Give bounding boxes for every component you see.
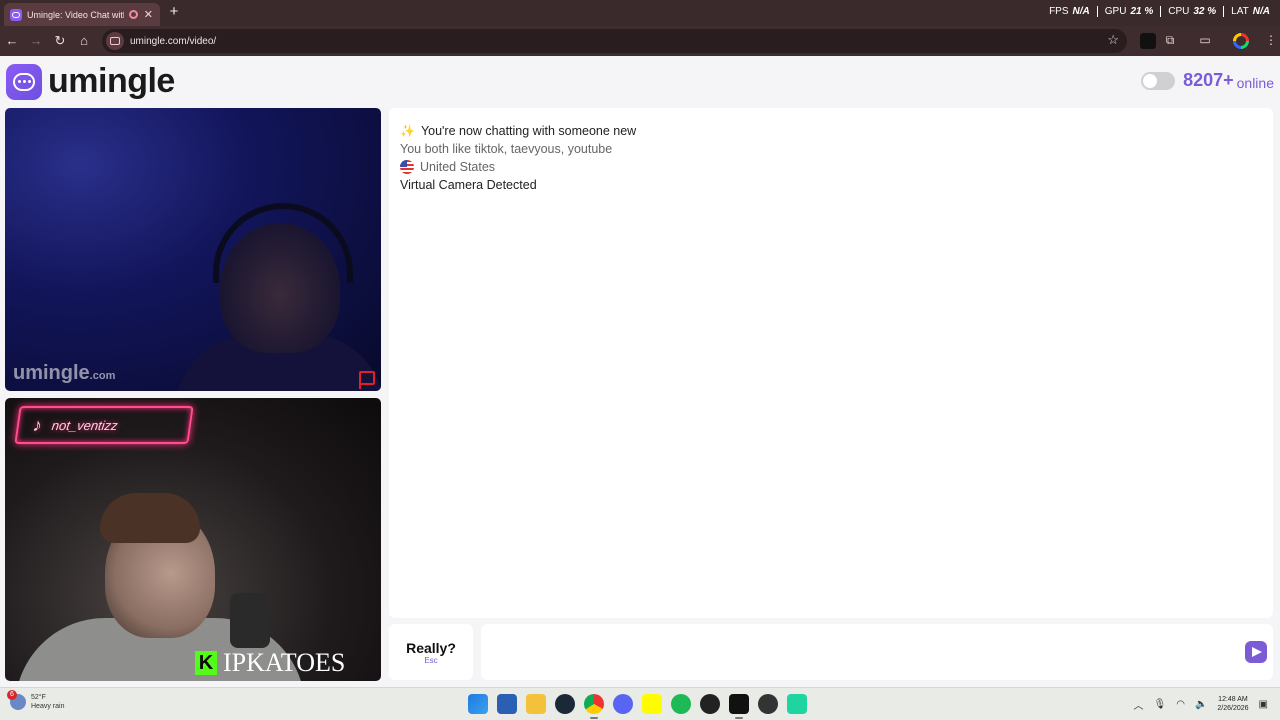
store-icon[interactable]	[497, 694, 517, 714]
tiktok-handle: not_ventizz	[50, 417, 119, 433]
chat-bubble-logo-icon	[6, 63, 42, 100]
steam-icon[interactable]	[555, 694, 575, 714]
perf-fps: FPS N/A	[1042, 6, 1098, 17]
microphone-object	[230, 593, 270, 648]
skip-shortcut-hint: Esc	[424, 655, 438, 665]
site-info-icon[interactable]	[106, 32, 124, 50]
tiktok-icon: ♪	[31, 414, 44, 435]
reload-icon[interactable]: ↻	[52, 33, 68, 49]
spotify-icon[interactable]	[671, 694, 691, 714]
file-explorer-icon[interactable]	[526, 694, 546, 714]
obs-icon[interactable]	[700, 694, 720, 714]
kick-channel-name: IPKATOES	[223, 648, 346, 677]
clock[interactable]: 12:48 AM 2/26/2026	[1217, 695, 1248, 713]
snapchat-icon[interactable]	[642, 694, 662, 714]
tab-close-button[interactable]: ✕	[143, 8, 154, 21]
online-count: 8207+	[1183, 70, 1234, 90]
perf-cpu: CPU 32 %	[1161, 6, 1225, 17]
terminal-icon[interactable]	[729, 694, 749, 719]
rain-cloud-icon: 6	[7, 690, 26, 710]
local-person-hair	[100, 493, 200, 543]
local-video: ♪ not_ventizz K IPKATOES	[5, 398, 381, 681]
address-bar[interactable]: umingle.com/video/ ☆	[102, 29, 1127, 53]
kick-overlay: K IPKATOES	[195, 648, 345, 678]
send-button[interactable]	[1245, 641, 1267, 663]
kick-logo-icon: K	[195, 651, 217, 675]
chat-panel: ✨ You're now chatting with someone new Y…	[389, 108, 1273, 618]
wifi-icon[interactable]: ◠	[1176, 699, 1185, 710]
temperature: 52°F	[31, 694, 46, 701]
extensions-puzzle-icon[interactable]: ⧉	[1162, 33, 1178, 49]
perf-gpu: GPU 21 %	[1098, 6, 1162, 17]
discord-icon[interactable]	[613, 694, 633, 714]
chat-system-line-new: ✨ You're now chatting with someone new	[400, 124, 637, 138]
remote-person-headset	[213, 203, 353, 283]
profile-avatar-icon[interactable]	[1233, 33, 1249, 49]
menu-kebab-icon[interactable]: ⋮	[1263, 33, 1279, 49]
perf-lat: LAT N/A	[1231, 6, 1270, 17]
online-status: 8207+ online	[1141, 70, 1274, 91]
us-flag-icon	[400, 160, 414, 174]
skip-button[interactable]: Really? Esc	[389, 624, 473, 680]
new-tab-button[interactable]: +	[166, 3, 182, 20]
windows-taskbar: 6 52°F Heavy rain ︿ 🎙 ◠ 🔈 12:48 AM 2/26/2…	[0, 687, 1280, 720]
recording-indicator-icon	[128, 10, 138, 19]
extension-black-icon[interactable]	[1140, 33, 1156, 49]
weather-condition: Heavy rain	[31, 703, 65, 710]
chevron-up-icon[interactable]: ︿	[1134, 697, 1144, 712]
logo-text: umingle	[48, 62, 175, 100]
volume-icon[interactable]: 🔈	[1195, 699, 1207, 710]
back-arrow-icon[interactable]: ←	[4, 33, 20, 48]
taskbar-apps	[468, 694, 807, 719]
performance-overlay: FPS N/A GPU 21 % CPU 32 % LAT N/A	[1042, 6, 1272, 17]
umingle-watermark: umingle.com	[13, 362, 116, 384]
browser-tabstrip: Umingle: Video Chat with S ✕ + FPSN/A GP…	[0, 0, 1280, 26]
side-panel-icon[interactable]: ▭	[1197, 33, 1213, 49]
url-text: umingle.com/video/	[130, 35, 217, 47]
browser-toolbar: ← → ↻ ⌂ umingle.com/video/ ☆ ⧉ ▭ ⋮	[0, 26, 1280, 56]
weather-widget[interactable]: 6 52°F Heavy rain	[7, 690, 65, 711]
bookmark-star-icon[interactable]: ☆	[1107, 32, 1119, 48]
chat-system-line-interests: You both like tiktok, taevyous, youtube	[400, 142, 613, 156]
chat-system-line-virtual-camera: Virtual Camera Detected	[400, 178, 537, 192]
notification-icon[interactable]: ▣	[1259, 699, 1268, 710]
mode-toggle[interactable]	[1141, 71, 1176, 90]
report-flag-icon[interactable]	[359, 371, 375, 389]
chat-system-line-country: United States	[400, 158, 1262, 176]
system-tray: ︿ 🎙 ◠ 🔈 12:48 AM 2/26/2026 ▣	[1134, 695, 1269, 713]
tab-umingle[interactable]: Umingle: Video Chat with S ✕	[4, 3, 160, 26]
message-input[interactable]	[481, 624, 1273, 680]
remote-video: umingle.com	[5, 108, 381, 391]
home-icon[interactable]: ⌂	[76, 33, 92, 48]
tiktok-neon-overlay: ♪ not_ventizz	[14, 406, 194, 444]
tab-title: Umingle: Video Chat with S	[27, 9, 124, 20]
chrome-icon[interactable]	[584, 694, 604, 719]
github-icon[interactable]	[758, 694, 778, 714]
forward-arrow-icon[interactable]: →	[28, 33, 44, 48]
windows-start-icon[interactable]	[468, 694, 488, 714]
sparkle-icon: ✨	[400, 124, 415, 138]
online-label: online	[1236, 74, 1274, 91]
page-content: umingle 8207+ online umingle.com ♪ not_v…	[0, 56, 1280, 687]
skip-button-label: Really?	[406, 639, 456, 656]
app-green-icon[interactable]	[787, 694, 807, 714]
microphone-icon[interactable]: 🎙	[1154, 699, 1167, 710]
site-logo[interactable]: umingle	[6, 62, 175, 101]
umingle-favicon-icon	[10, 8, 22, 21]
